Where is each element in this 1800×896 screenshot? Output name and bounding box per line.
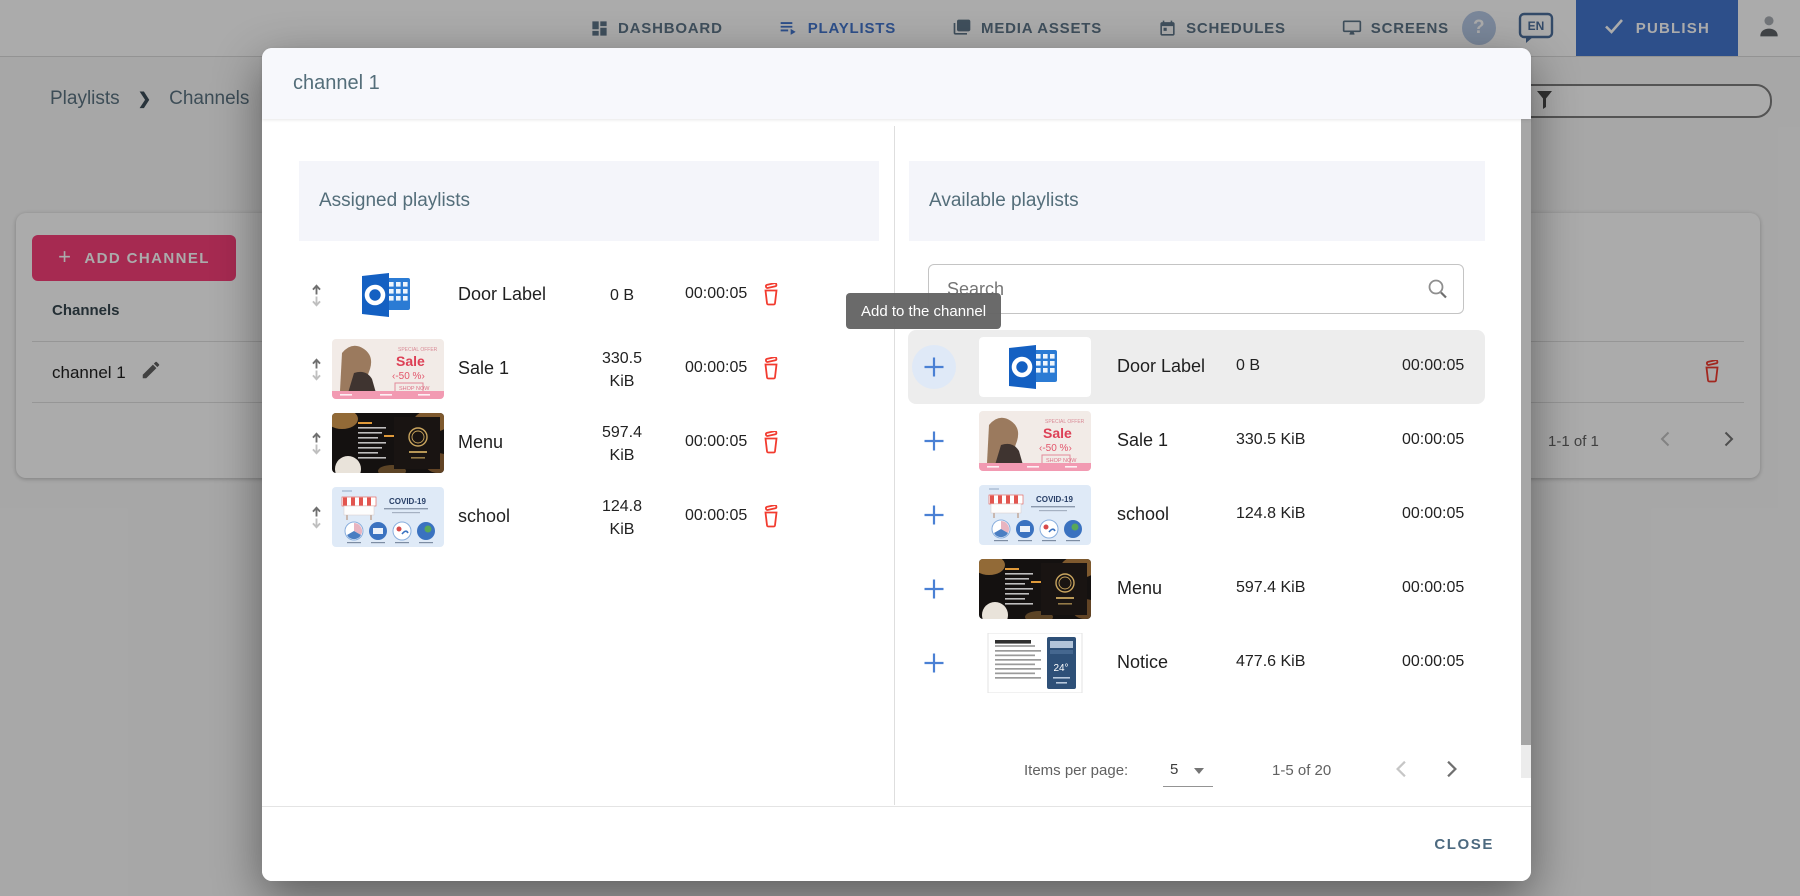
prev-page-icon[interactable] (1394, 760, 1408, 782)
playlist-search (928, 264, 1464, 314)
assigned-playlists-list: Door Label 0 B 00:00:05 SPECIAL OFFER Sale… (299, 258, 879, 554)
playlist-name: Menu (458, 432, 503, 453)
add-to-channel-tooltip: Add to the channel (846, 293, 1001, 329)
playlist-thumbnail (979, 337, 1091, 397)
playlist-size: 597.4 KiB (591, 421, 653, 467)
items-per-page-label: Items per page: (1024, 762, 1128, 779)
assigned-playlists-header: Assigned playlists (299, 161, 879, 241)
remove-playlist-button[interactable] (761, 357, 781, 385)
playlist-duration: 00:00:05 (685, 433, 747, 451)
playlist-size: 597.4 KiB (1236, 579, 1346, 597)
playlist-duration: 00:00:05 (685, 359, 747, 377)
add-playlist-button[interactable] (912, 641, 956, 685)
select-underline (1163, 786, 1213, 787)
available-playlist-row: COVID-19 school 124.8 KiB 00:00:05 (908, 478, 1485, 552)
playlist-name: Door Label (1117, 356, 1205, 377)
playlist-duration: 00:00:05 (1402, 357, 1464, 375)
playlist-size: 330.5 KiB (591, 347, 653, 393)
available-playlists-header: Available playlists (909, 161, 1485, 241)
playlist-thumbnail: COVID-19 (332, 487, 444, 547)
playlist-thumbnail: SPECIAL OFFER Sale ‹-50 %› SHOP NOW (332, 339, 444, 399)
available-playlist-row: Door Label 0 B 00:00:05 (908, 330, 1485, 404)
playlist-size: 124.8 KiB (1236, 505, 1346, 523)
playlist-thumbnail (332, 265, 444, 325)
dialog-title: channel 1 (262, 48, 1531, 119)
playlist-thumbnail: 24° (979, 633, 1091, 693)
available-pagination: Items per page: 5 1-5 of 20 (908, 748, 1485, 794)
add-playlist-button[interactable] (912, 345, 956, 389)
playlist-duration: 00:00:05 (1402, 653, 1464, 671)
playlist-size: 477.6 KiB (1236, 653, 1346, 671)
playlist-size: 0 B (1236, 357, 1346, 375)
add-playlist-button[interactable] (912, 493, 956, 537)
scrollbar-thumb[interactable] (1521, 119, 1531, 745)
reorder-handle-icon[interactable] (309, 356, 324, 388)
svg-text:COVID-19: COVID-19 (389, 497, 426, 506)
svg-text:COVID-19: COVID-19 (1036, 495, 1073, 504)
close-button[interactable]: CLOSE (1428, 826, 1500, 863)
assigned-playlist-row: Door Label 0 B 00:00:05 (299, 258, 879, 332)
available-playlist-row: Menu 597.4 KiB 00:00:05 (908, 552, 1485, 626)
available-playlist-row: SPECIAL OFFER Sale ‹-50 %› SHOP NOW Sale… (908, 404, 1485, 478)
playlist-thumbnail: SPECIAL OFFER Sale ‹-50 %› SHOP NOW (979, 411, 1091, 471)
reorder-handle-icon[interactable] (309, 282, 324, 314)
playlist-duration: 00:00:05 (1402, 505, 1464, 523)
svg-text:‹-50 %›: ‹-50 %› (1039, 443, 1072, 454)
svg-text:24°: 24° (1053, 663, 1068, 674)
select-caret-icon[interactable] (1194, 768, 1204, 774)
playlist-thumbnail: COVID-19 (979, 485, 1091, 545)
reorder-handle-icon[interactable] (309, 430, 324, 462)
add-playlist-button[interactable] (912, 419, 956, 463)
playlist-duration: 00:00:05 (1402, 431, 1464, 449)
playlist-duration: 00:00:05 (685, 507, 747, 525)
playlist-size: 124.8 KiB (591, 495, 653, 541)
remove-playlist-button[interactable] (761, 505, 781, 533)
svg-text:‹-50 %›: ‹-50 %› (392, 371, 425, 382)
playlist-thumbnail (979, 559, 1091, 619)
remove-playlist-button[interactable] (761, 283, 781, 311)
playlist-duration: 00:00:05 (685, 285, 747, 303)
items-per-page-select[interactable]: 5 (1170, 761, 1178, 778)
channel-dialog: channel 1 Assigned playlists Available p… (262, 48, 1531, 881)
playlist-name: Notice (1117, 652, 1168, 673)
playlist-name: school (458, 506, 510, 527)
available-playlists-list: Door Label 0 B 00:00:05 SPECIAL OFFER Sale… (908, 330, 1485, 700)
playlist-search-input[interactable] (928, 264, 1464, 314)
reorder-handle-icon[interactable] (309, 504, 324, 536)
playlist-name: Sale 1 (458, 358, 509, 379)
search-icon (1426, 277, 1450, 306)
next-page-icon[interactable] (1445, 760, 1459, 782)
column-divider (894, 126, 895, 805)
pagination-range: 1-5 of 20 (1272, 762, 1331, 779)
assigned-playlist-row: COVID-19 school 124.8 KiB 00:00:05 (299, 480, 879, 554)
dialog-footer: CLOSE (262, 806, 1531, 881)
assigned-playlist-row: Menu 597.4 KiB 00:00:05 (299, 406, 879, 480)
playlist-duration: 00:00:05 (1402, 579, 1464, 597)
available-playlist-row: 24° Notice 477.6 KiB 00:00:05 (908, 626, 1485, 700)
playlist-name: school (1117, 504, 1169, 525)
playlist-size: 330.5 KiB (1236, 431, 1346, 449)
svg-text:Sale: Sale (1043, 425, 1072, 441)
playlist-name: Sale 1 (1117, 430, 1168, 451)
modal-scrollbar[interactable] (1521, 119, 1531, 778)
assigned-playlist-row: SPECIAL OFFER Sale ‹-50 %› SHOP NOW Sale… (299, 332, 879, 406)
playlist-thumbnail (332, 413, 444, 473)
add-playlist-button[interactable] (912, 567, 956, 611)
playlist-name: Door Label (458, 284, 546, 305)
playlist-size: 0 B (591, 284, 653, 307)
svg-text:Sale: Sale (396, 353, 425, 369)
playlist-name: Menu (1117, 578, 1162, 599)
remove-playlist-button[interactable] (761, 431, 781, 459)
